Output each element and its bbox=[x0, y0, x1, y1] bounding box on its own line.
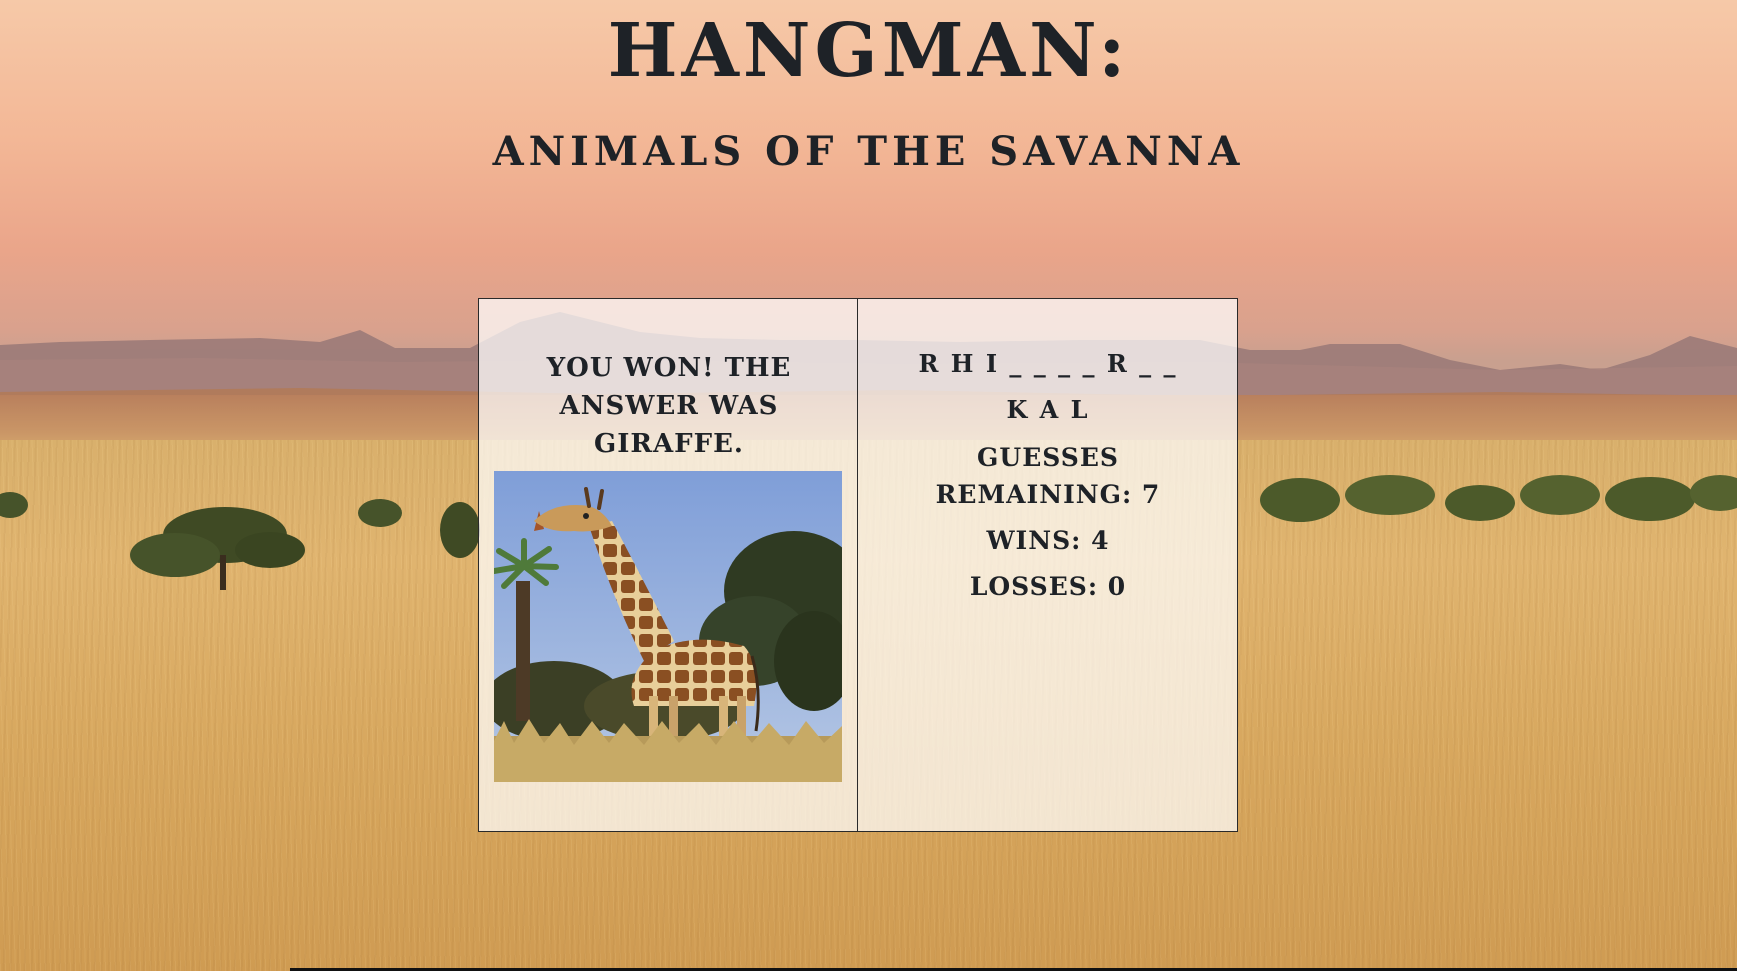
page-title: HANGMAN: bbox=[607, 8, 1130, 94]
tree-left-mid bbox=[440, 502, 480, 558]
hidden-word-line-1: R H I _ _ _ _ R _ _ bbox=[918, 349, 1178, 378]
result-panel: YOU WON! THE ANSWER WAS GIRAFFE. bbox=[478, 298, 858, 832]
losses-count: LOSSES: 0 bbox=[969, 572, 1127, 601]
tree-left bbox=[130, 507, 305, 590]
status-panel: R H I _ _ _ _ R _ _ K A L GUESSES REMAIN… bbox=[857, 298, 1238, 832]
page-subtitle: ANIMALS OF THE SAVANNA bbox=[492, 128, 1245, 175]
wins-count: WINS: 4 bbox=[986, 526, 1110, 555]
tree-left-small bbox=[358, 499, 402, 527]
result-message: YOU WON! THE ANSWER WAS GIRAFFE. bbox=[546, 353, 792, 459]
guesses-remaining: GUESSES REMAINING: 7 bbox=[935, 443, 1161, 509]
guessed-letters: K A L bbox=[1006, 395, 1090, 424]
answer-image-giraffe bbox=[494, 471, 842, 782]
tree-left-edge bbox=[0, 492, 28, 518]
trees-right bbox=[1260, 475, 1737, 522]
